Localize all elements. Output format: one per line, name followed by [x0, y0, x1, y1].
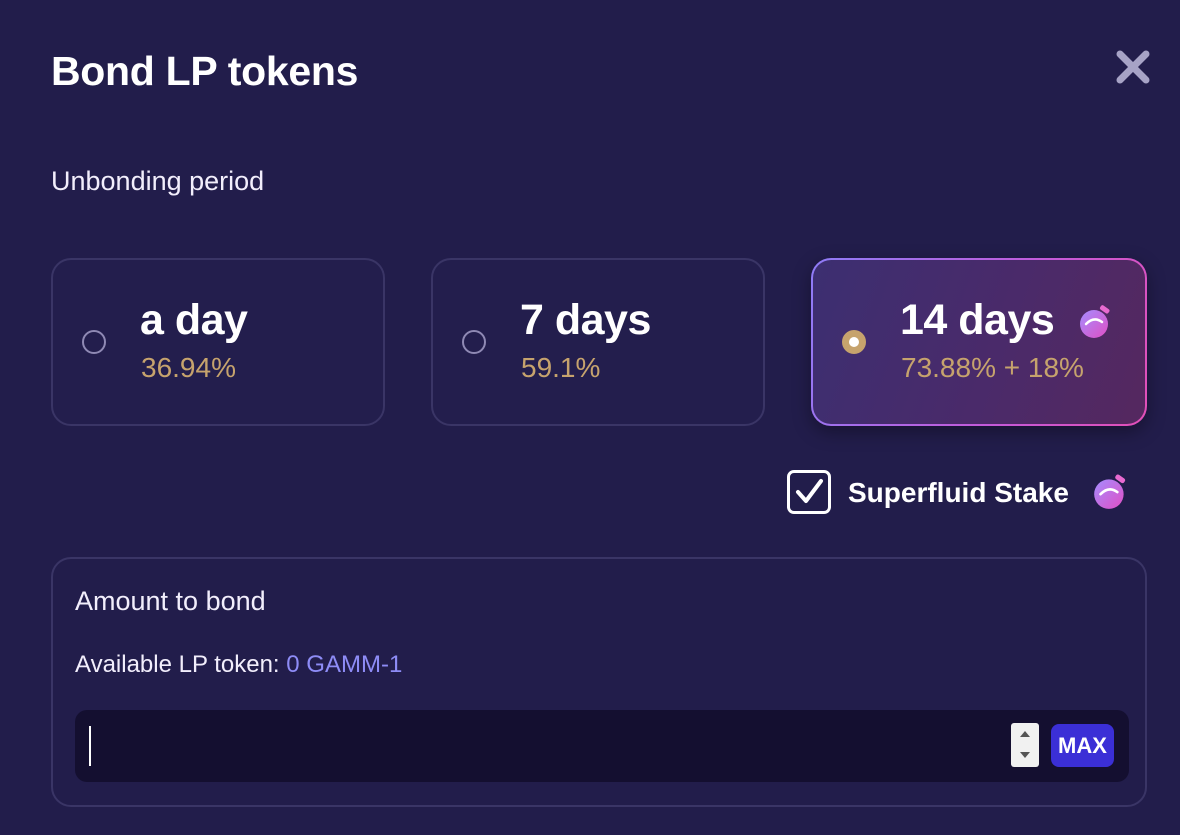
option-apr: 59.1%: [521, 352, 601, 383]
close-icon[interactable]: [1114, 48, 1152, 86]
available-balance: Available LP token: 0 GAMM-1: [75, 651, 402, 679]
amount-input-container: MAX: [75, 710, 1129, 782]
unbonding-option-7-days[interactable]: 7 days 59.1%: [431, 258, 765, 426]
radio-button[interactable]: [82, 330, 106, 354]
option-duration: 14 days: [900, 296, 1055, 344]
radio-button[interactable]: [462, 330, 486, 354]
superfluid-flask-icon: [1077, 302, 1115, 340]
amount-input[interactable]: [89, 724, 1003, 770]
superfluid-flask-icon: [1091, 471, 1131, 511]
amount-title: Amount to bond: [75, 586, 266, 616]
unbonding-period-label: Unbonding period: [51, 166, 265, 196]
unbonding-option-14-days[interactable]: 14 days 73.88% + 18%: [811, 258, 1147, 426]
option-apr: 36.94%: [141, 352, 236, 383]
checkmark-icon: [796, 479, 823, 503]
option-duration: a day: [140, 296, 248, 344]
stepper-down-icon[interactable]: [1011, 745, 1039, 767]
modal-title: Bond LP tokens: [51, 48, 359, 94]
amount-to-bond-panel: Amount to bond Available LP token: 0 GAM…: [51, 557, 1147, 807]
available-label: Available LP token:: [75, 651, 280, 678]
superfluid-stake-label: Superfluid Stake: [848, 477, 1069, 508]
number-stepper[interactable]: [1011, 723, 1039, 767]
option-duration: 7 days: [520, 296, 651, 344]
superfluid-stake-checkbox[interactable]: [787, 470, 831, 514]
unbonding-option-1-day[interactable]: a day 36.94%: [51, 258, 385, 426]
max-button[interactable]: MAX: [1051, 724, 1114, 767]
available-value: 0 GAMM-1: [286, 651, 403, 678]
radio-button-selected[interactable]: [842, 330, 866, 354]
stepper-up-icon[interactable]: [1011, 723, 1039, 745]
option-apr: 73.88% + 18%: [901, 352, 1084, 383]
